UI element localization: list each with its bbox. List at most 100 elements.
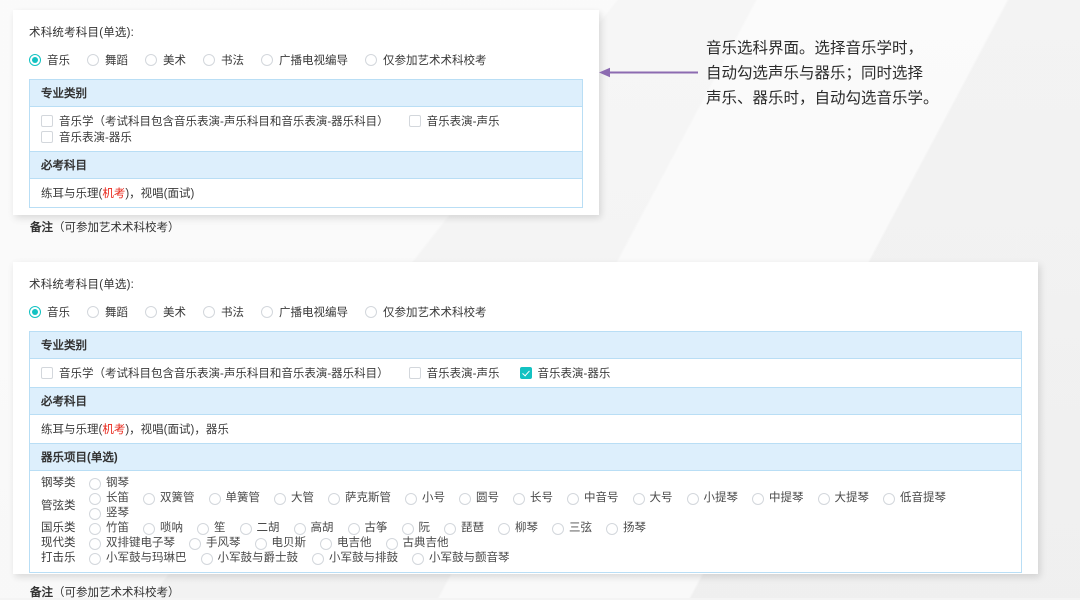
checkbox-checked-icon[interactable] bbox=[519, 367, 532, 379]
major-checkbox-1[interactable]: 音乐表演-声乐 bbox=[408, 365, 500, 381]
radio-unchecked-icon[interactable] bbox=[87, 54, 99, 66]
radio-unchecked-icon[interactable] bbox=[328, 492, 340, 505]
radio-unchecked-icon[interactable] bbox=[89, 477, 101, 490]
radio-unchecked-icon[interactable] bbox=[208, 492, 221, 505]
instrument-radio-group[interactable]: 小军鼓与玛琳巴 小军鼓与爵士鼓 小军鼓与排鼓 小军鼓与颤音琴 bbox=[89, 551, 524, 566]
radio-unchecked-icon[interactable] bbox=[200, 552, 213, 565]
instrument-option-2-10[interactable]: 扬琴 bbox=[606, 521, 646, 536]
instrument-option-3-3[interactable]: 电吉他 bbox=[320, 536, 372, 551]
radio-unchecked-icon[interactable] bbox=[401, 522, 414, 535]
radio-unchecked-icon[interactable] bbox=[143, 522, 155, 535]
major-checkbox-1[interactable]: 音乐表演-声乐 bbox=[408, 113, 500, 129]
radio-unchecked-icon[interactable] bbox=[145, 306, 157, 318]
instrument-option-1-6[interactable]: 圆号 bbox=[459, 491, 499, 506]
radio-unchecked-icon[interactable] bbox=[89, 552, 101, 565]
instrument-option-2-8[interactable]: 柳琴 bbox=[498, 521, 538, 536]
radio-unchecked-icon[interactable] bbox=[459, 492, 471, 505]
instrument-option-3-4[interactable]: 古典吉他 bbox=[385, 536, 449, 551]
major-checkbox-0[interactable]: 音乐学（考试科目包含音乐表演-声乐科目和音乐表演-器乐科目） bbox=[41, 113, 389, 129]
radio-unchecked-icon[interactable] bbox=[385, 537, 398, 550]
subject-radio-2[interactable]: 美术 bbox=[145, 304, 186, 320]
radio-unchecked-icon[interactable] bbox=[239, 522, 252, 535]
instrument-option-3-2[interactable]: 电贝斯 bbox=[254, 536, 306, 551]
radio-unchecked-icon[interactable] bbox=[347, 522, 360, 535]
radio-unchecked-icon[interactable] bbox=[203, 306, 215, 318]
instrument-option-0-0[interactable]: 钢琴 bbox=[89, 476, 129, 491]
instrument-radio-group[interactable]: 长笛 双簧管 单簧管 大管 萨克斯管 小号 圆号 长号 中音号 大号 小提琴 中提琴 大提琴 低音提琴 竖琴 bbox=[89, 491, 1011, 521]
radio-unchecked-icon[interactable] bbox=[498, 522, 510, 535]
instrument-option-3-0[interactable]: 双排键电子琴 bbox=[89, 536, 175, 551]
instrument-option-1-14[interactable]: 竖琴 bbox=[89, 506, 129, 521]
radio-unchecked-icon[interactable] bbox=[365, 306, 377, 318]
instrument-option-4-0[interactable]: 小军鼓与玛琳巴 bbox=[89, 551, 187, 566]
subject-radio-4[interactable]: 广播电视编导 bbox=[261, 52, 348, 68]
instrument-option-4-2[interactable]: 小军鼓与排鼓 bbox=[312, 551, 398, 566]
instrument-option-1-11[interactable]: 中提琴 bbox=[752, 491, 804, 506]
subject-radio-0[interactable]: 音乐 bbox=[29, 304, 70, 320]
instrument-option-2-3[interactable]: 二胡 bbox=[239, 521, 280, 536]
radio-unchecked-icon[interactable] bbox=[632, 492, 645, 505]
instrument-option-1-1[interactable]: 双簧管 bbox=[143, 491, 195, 506]
radio-unchecked-icon[interactable] bbox=[686, 492, 699, 505]
subject-radio-5[interactable]: 仅参加艺术术科校考 bbox=[365, 304, 487, 320]
instrument-option-1-12[interactable]: 大提琴 bbox=[817, 491, 869, 506]
major-checkbox-group[interactable]: 音乐学（考试科目包含音乐表演-声乐科目和音乐表演-器乐科目） 音乐表演-声乐 音乐表… bbox=[41, 365, 1011, 381]
radio-unchecked-icon[interactable] bbox=[203, 54, 215, 66]
instrument-option-1-3[interactable]: 大管 bbox=[274, 491, 314, 506]
checkbox-unchecked-icon[interactable] bbox=[41, 367, 53, 379]
checkbox-unchecked-icon[interactable] bbox=[41, 131, 53, 143]
radio-unchecked-icon[interactable] bbox=[320, 537, 332, 550]
radio-unchecked-icon[interactable] bbox=[197, 522, 209, 535]
radio-unchecked-icon[interactable] bbox=[817, 492, 830, 505]
radio-unchecked-icon[interactable] bbox=[293, 522, 306, 535]
major-checkbox-2[interactable]: 音乐表演-器乐 bbox=[41, 129, 132, 145]
instrument-option-2-4[interactable]: 高胡 bbox=[293, 521, 334, 536]
radio-checked-icon[interactable] bbox=[29, 306, 41, 318]
instrument-option-2-2[interactable]: 笙 bbox=[197, 521, 226, 536]
checkbox-unchecked-icon[interactable] bbox=[41, 115, 53, 127]
radio-unchecked-icon[interactable] bbox=[752, 492, 764, 505]
subject-radio-3[interactable]: 书法 bbox=[203, 52, 244, 68]
instrument-option-2-0[interactable]: 竹笛 bbox=[89, 521, 129, 536]
instrument-option-1-13[interactable]: 低音提琴 bbox=[883, 491, 946, 506]
subject-radio-group[interactable]: 音乐 舞蹈 美术 书法 广播电视编导 仅参加艺术术科校考 bbox=[29, 52, 583, 68]
instrument-option-1-7[interactable]: 长号 bbox=[513, 491, 553, 506]
radio-unchecked-icon[interactable] bbox=[261, 306, 273, 318]
radio-unchecked-icon[interactable] bbox=[143, 492, 155, 505]
radio-unchecked-icon[interactable] bbox=[89, 507, 101, 520]
radio-unchecked-icon[interactable] bbox=[89, 537, 101, 550]
radio-unchecked-icon[interactable] bbox=[89, 492, 101, 505]
radio-unchecked-icon[interactable] bbox=[606, 522, 618, 535]
major-checkbox-group[interactable]: 音乐学（考试科目包含音乐表演-声乐科目和音乐表演-器乐科目） 音乐表演-声乐音乐表… bbox=[41, 113, 572, 145]
radio-unchecked-icon[interactable] bbox=[145, 54, 157, 66]
subject-radio-4[interactable]: 广播电视编导 bbox=[261, 304, 348, 320]
instrument-option-4-3[interactable]: 小军鼓与颤音琴 bbox=[412, 551, 510, 566]
instrument-option-1-9[interactable]: 大号 bbox=[632, 491, 673, 506]
radio-checked-icon[interactable] bbox=[29, 54, 41, 66]
subject-radio-5[interactable]: 仅参加艺术术科校考 bbox=[365, 52, 487, 68]
major-checkbox-0[interactable]: 音乐学（考试科目包含音乐表演-声乐科目和音乐表演-器乐科目） bbox=[41, 365, 389, 381]
radio-unchecked-icon[interactable] bbox=[552, 522, 564, 535]
instrument-option-4-1[interactable]: 小军鼓与爵士鼓 bbox=[200, 551, 298, 566]
instrument-option-2-1[interactable]: 唢呐 bbox=[143, 521, 183, 536]
radio-unchecked-icon[interactable] bbox=[274, 492, 286, 505]
checkbox-unchecked-icon[interactable] bbox=[408, 367, 421, 379]
radio-unchecked-icon[interactable] bbox=[412, 552, 424, 565]
instrument-radio-group[interactable]: 钢琴 bbox=[89, 476, 143, 491]
instrument-option-1-0[interactable]: 长笛 bbox=[89, 491, 129, 506]
subject-radio-1[interactable]: 舞蹈 bbox=[87, 52, 128, 68]
radio-unchecked-icon[interactable] bbox=[405, 492, 417, 505]
radio-unchecked-icon[interactable] bbox=[254, 537, 267, 550]
radio-unchecked-icon[interactable] bbox=[312, 552, 324, 565]
radio-unchecked-icon[interactable] bbox=[89, 522, 101, 535]
radio-unchecked-icon[interactable] bbox=[365, 54, 377, 66]
instrument-option-2-7[interactable]: 琵琶 bbox=[444, 521, 484, 536]
subject-radio-1[interactable]: 舞蹈 bbox=[87, 304, 128, 320]
subject-radio-2[interactable]: 美术 bbox=[145, 52, 186, 68]
radio-unchecked-icon[interactable] bbox=[444, 522, 456, 535]
instrument-radio-group[interactable]: 双排键电子琴 手风琴 电贝斯 电吉他 古典吉他 bbox=[89, 536, 463, 551]
major-checkbox-2[interactable]: 音乐表演-器乐 bbox=[519, 365, 610, 381]
instrument-option-1-8[interactable]: 中音号 bbox=[567, 491, 619, 506]
instrument-option-1-10[interactable]: 小提琴 bbox=[686, 491, 738, 506]
radio-unchecked-icon[interactable] bbox=[567, 492, 579, 505]
